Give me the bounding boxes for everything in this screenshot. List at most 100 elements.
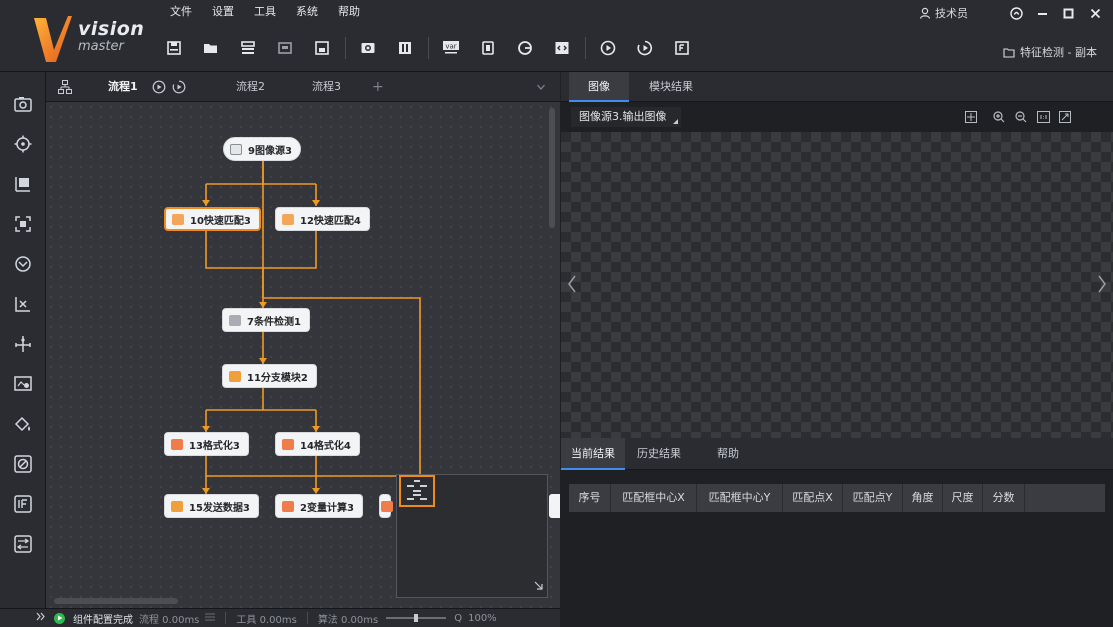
io-icon[interactable] xyxy=(474,34,502,62)
column-header[interactable]: 角度 xyxy=(903,484,943,512)
tab-flow-1[interactable]: 流程1 xyxy=(108,72,138,102)
image-capture-icon[interactable] xyxy=(11,92,35,116)
flow-node-partial-right[interactable] xyxy=(549,494,560,518)
node-label: 15发送数据3 xyxy=(189,502,250,514)
flow-node[interactable]: 7条件检测1 xyxy=(222,308,310,332)
menu-help[interactable]: 帮助 xyxy=(328,0,370,24)
flow-node[interactable]: 15发送数据3 xyxy=(164,494,259,518)
flow-run-loop-icon[interactable] xyxy=(172,80,186,97)
column-header[interactable]: 分数 xyxy=(983,484,1025,512)
tab-help[interactable]: 帮助 xyxy=(707,438,749,470)
tab-current-results[interactable]: 当前结果 xyxy=(561,438,625,470)
minimize-button[interactable] xyxy=(1031,2,1053,24)
module-grid-icon[interactable] xyxy=(391,34,419,62)
next-image-icon[interactable] xyxy=(1095,272,1109,296)
zoom-icon[interactable]: Q xyxy=(454,613,462,624)
toolbar-separator xyxy=(585,37,586,59)
column-header[interactable]: 尺度 xyxy=(943,484,983,512)
image-process-icon[interactable] xyxy=(11,372,35,396)
communication-icon[interactable] xyxy=(511,34,539,62)
status-bar: 组件配置完成 流程 0.00ms 工具 0.00ms 算法 0.00ms Q 1… xyxy=(0,608,560,627)
measure-icon[interactable] xyxy=(11,172,35,196)
results-table-header: 序号 匹配框中心X 匹配框中心Y 匹配点X 匹配点Y 角度 尺度 分数 xyxy=(569,484,1105,512)
minimap-viewport[interactable] xyxy=(399,475,435,507)
deep-learning-icon[interactable] xyxy=(11,252,35,276)
node-label: 2变量计算3 xyxy=(300,502,354,514)
zoom-out-icon[interactable] xyxy=(1013,109,1029,125)
canvas-vertical-scrollbar[interactable] xyxy=(549,108,555,228)
chevron-down-icon[interactable] xyxy=(536,82,546,95)
image-viewer[interactable] xyxy=(561,132,1113,438)
crosshair-icon[interactable] xyxy=(963,109,979,125)
variable-calc-icon xyxy=(282,500,294,512)
module-icon xyxy=(381,500,393,512)
expand-icon[interactable] xyxy=(36,612,46,624)
flow-node[interactable]: 9图像源3 xyxy=(223,137,301,161)
defect-detect-icon[interactable] xyxy=(11,452,35,476)
tab-module-results[interactable]: 模块结果 xyxy=(639,72,703,102)
node-label: 10快速匹配3 xyxy=(190,215,251,227)
menu-system[interactable]: 系统 xyxy=(286,0,328,24)
canvas-horizontal-scrollbar[interactable] xyxy=(54,598,178,604)
menu-tools[interactable]: 工具 xyxy=(244,0,286,24)
tab-flow-2[interactable]: 流程2 xyxy=(236,72,265,102)
recognize-icon[interactable] xyxy=(11,212,35,236)
zoom-slider[interactable] xyxy=(386,614,447,622)
actual-size-icon[interactable] xyxy=(1035,109,1051,125)
help-icon[interactable] xyxy=(1005,2,1027,24)
flow-node-partial[interactable] xyxy=(379,494,393,518)
tab-flow-3[interactable]: 流程3 xyxy=(312,72,341,102)
calibration-icon[interactable] xyxy=(11,292,35,316)
script-icon[interactable] xyxy=(548,34,576,62)
project-name[interactable]: 特征检测 - 副本 xyxy=(1003,44,1097,60)
column-header[interactable]: 匹配点X xyxy=(783,484,843,512)
flow-canvas[interactable]: 9图像源3 10快速匹配3 12快速匹配4 7条件检测1 11分支模块2 13格… xyxy=(46,102,560,608)
fit-window-icon[interactable] xyxy=(1057,109,1073,125)
column-header[interactable]: 匹配框中心X xyxy=(611,484,697,512)
node-label: 9图像源3 xyxy=(248,145,292,157)
menu-file[interactable]: 文件 xyxy=(160,0,202,24)
flow-node[interactable]: 10快速匹配3 xyxy=(164,207,261,231)
align-icon[interactable] xyxy=(11,332,35,356)
menu-settings[interactable]: 设置 xyxy=(202,0,244,24)
column-header[interactable]: 匹配框中心Y xyxy=(697,484,783,512)
grid-icon[interactable] xyxy=(205,613,216,624)
logic-icon[interactable] xyxy=(11,492,35,516)
communication-tool-icon[interactable] xyxy=(11,532,35,556)
color-process-icon[interactable] xyxy=(11,412,35,436)
flow-node[interactable]: 11分支模块2 xyxy=(222,364,317,388)
tab-history-results[interactable]: 历史结果 xyxy=(627,438,691,470)
flow-run-once-icon[interactable] xyxy=(152,80,166,97)
column-header[interactable]: 序号 xyxy=(569,484,611,512)
variable-icon[interactable]: var xyxy=(437,34,465,62)
status-running-icon[interactable] xyxy=(54,612,65,624)
process-tree-icon[interactable] xyxy=(58,80,72,97)
camera-icon[interactable] xyxy=(354,34,382,62)
main-toolbar: var xyxy=(160,28,705,68)
open-folder-icon[interactable] xyxy=(197,34,225,62)
save-as-icon[interactable] xyxy=(234,34,262,62)
locate-icon[interactable] xyxy=(11,132,35,156)
zoom-in-icon[interactable] xyxy=(991,109,1007,125)
zoom-slider-knob[interactable] xyxy=(414,614,419,622)
run-loop-icon[interactable] xyxy=(631,34,659,62)
run-once-icon[interactable] xyxy=(594,34,622,62)
layout-icon[interactable] xyxy=(308,34,336,62)
close-icon[interactable] xyxy=(271,34,299,62)
save-icon[interactable] xyxy=(160,34,188,62)
flow-node[interactable]: 13格式化3 xyxy=(164,432,249,456)
image-source-select[interactable]: 图像源3.输出图像 xyxy=(571,107,681,127)
flow-node[interactable]: 2变量计算3 xyxy=(275,494,363,518)
column-header[interactable]: 匹配点Y xyxy=(843,484,903,512)
flow-node[interactable]: 14格式化4 xyxy=(275,432,360,456)
close-window-button[interactable] xyxy=(1084,2,1106,24)
tab-image[interactable]: 图像 xyxy=(569,72,629,102)
previous-image-icon[interactable] xyxy=(565,272,579,296)
add-flow-tab-button[interactable]: + xyxy=(372,72,384,102)
flow-minimap[interactable] xyxy=(396,474,548,598)
maximize-button[interactable] xyxy=(1057,2,1079,24)
user-account[interactable]: 技术员 xyxy=(919,4,968,22)
form-icon[interactable] xyxy=(668,34,696,62)
flow-node[interactable]: 12快速匹配4 xyxy=(275,207,370,231)
resize-corner-icon[interactable] xyxy=(534,580,543,593)
